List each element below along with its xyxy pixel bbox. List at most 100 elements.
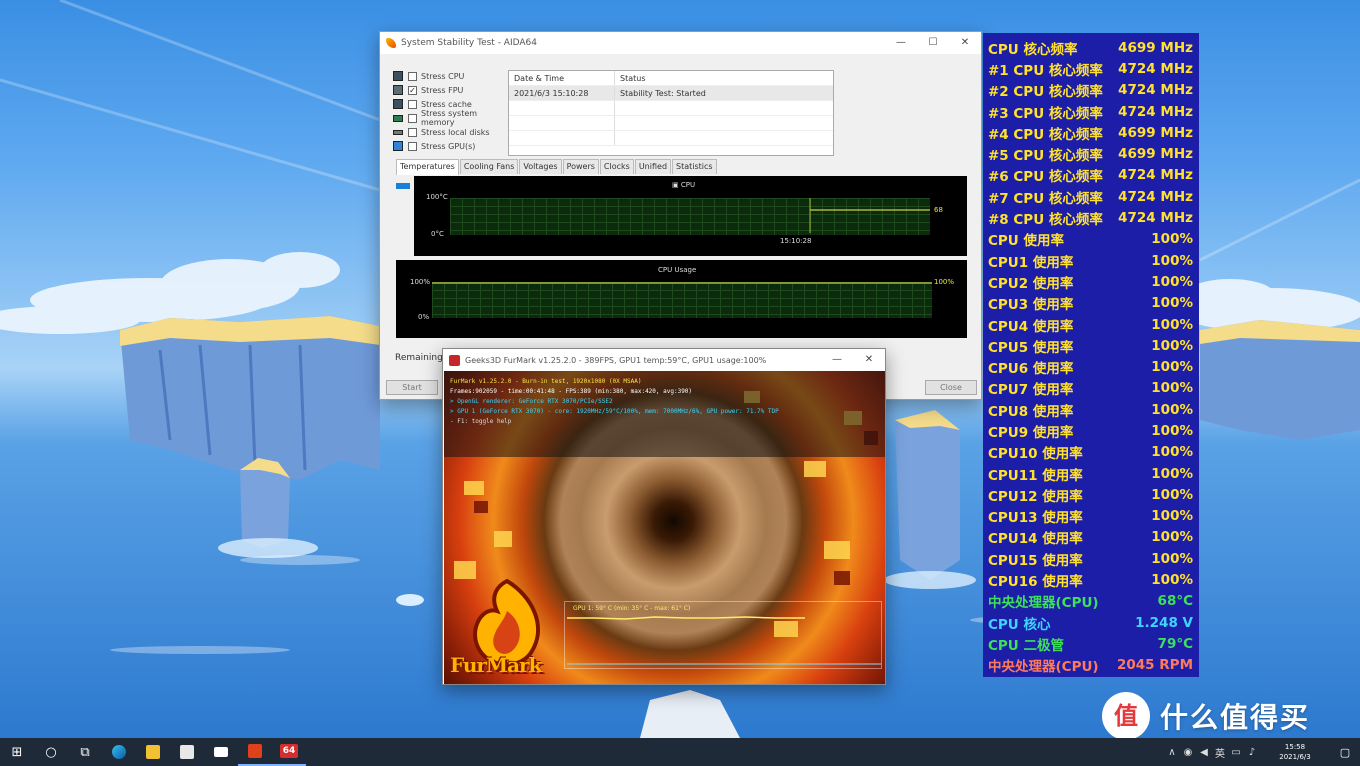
osd-row: CPU8 使用率 100% xyxy=(983,399,1199,420)
osd-row: 中央处理器(CPU) 68°C xyxy=(983,591,1199,612)
aida64-taskbar-icon: 64 xyxy=(280,744,298,758)
osd-value: 4699 MHz xyxy=(1118,124,1193,141)
disk-drive-icon xyxy=(393,129,403,135)
osd-row: CPU10 使用率 100% xyxy=(983,442,1199,463)
osd-label: #6 CPU 核心频率 xyxy=(988,169,1103,186)
tab-powers[interactable]: Powers xyxy=(562,159,599,174)
status-table-header: Date & Time Status xyxy=(509,71,833,86)
stress-disk-checkbox[interactable] xyxy=(408,127,417,137)
show-hidden-icons-chevron-icon[interactable]: ∧ xyxy=(1164,747,1180,758)
stress-memory-option[interactable]: Stress system memory xyxy=(393,109,513,127)
notification-center-button[interactable]: ▢ xyxy=(1330,746,1360,759)
search-button[interactable]: ○ xyxy=(34,738,68,766)
osd-value: 100% xyxy=(1151,422,1193,439)
system-clock[interactable]: 15:58 2021/6/3 xyxy=(1260,742,1330,762)
osd-value: 4699 MHz xyxy=(1118,39,1193,56)
osd-row: #1 CPU 核心频率 4724 MHz xyxy=(983,58,1199,79)
stress-cpu-checkbox[interactable] xyxy=(408,71,417,81)
furmark-info-line: > GPU 1 (GeForce RTX 3070) - core: 1920M… xyxy=(450,408,779,415)
stress-fpu-checkbox[interactable]: ✓ xyxy=(408,85,417,95)
usage-graph-ymax: 100% xyxy=(410,278,431,286)
tab-voltages[interactable]: Voltages xyxy=(519,159,562,174)
stress-memory-checkbox[interactable] xyxy=(408,113,417,123)
volume-icon[interactable]: ◀ xyxy=(1196,747,1212,758)
status-column-header[interactable]: Status xyxy=(615,74,646,83)
close-button[interactable]: ✕ xyxy=(949,32,981,54)
stress-gpu-checkbox[interactable] xyxy=(408,141,417,151)
ime-icon[interactable]: 英 xyxy=(1212,745,1228,760)
sound-icon[interactable]: ♪ xyxy=(1244,747,1260,758)
osd-value: 79°C xyxy=(1157,635,1193,652)
osd-row: #8 CPU 核心频率 4724 MHz xyxy=(983,207,1199,228)
furmark-taskbar-button[interactable] xyxy=(238,738,272,766)
table-row-empty xyxy=(509,116,833,131)
osd-row: CPU 核心频率 4699 MHz xyxy=(983,37,1199,58)
osd-value: 4724 MHz xyxy=(1118,210,1193,227)
file-explorer-taskbar-button[interactable] xyxy=(136,738,170,766)
tab-cooling-fans[interactable]: Cooling Fans xyxy=(459,159,519,174)
stability-test-titlebar[interactable]: System Stability Test - AIDA64 — ☐ ✕ xyxy=(380,32,981,54)
osd-row: CPU1 使用率 100% xyxy=(983,250,1199,271)
memory-module-icon xyxy=(393,114,403,122)
start-button[interactable]: Start xyxy=(386,380,438,395)
minimize-button[interactable]: — xyxy=(885,32,917,54)
status-log-table[interactable]: Date & Time Status 2021/6/3 15:10:28 Sta… xyxy=(508,70,834,156)
osd-value: 100% xyxy=(1151,529,1193,546)
search-circle-icon: ○ xyxy=(45,744,57,760)
osd-value: 68°C xyxy=(1157,593,1193,610)
mail-taskbar-button[interactable] xyxy=(204,738,238,766)
stress-cpu-option[interactable]: Stress CPU xyxy=(393,69,513,83)
tab-statistics[interactable]: Statistics xyxy=(672,159,717,174)
furmark-info-overlay: FurMark v1.25.2.0 - Burn-in test, 1920x1… xyxy=(444,371,885,457)
furmark-titlebar[interactable]: Geeks3D FurMark v1.25.2.0 - 389FPS, GPU1… xyxy=(443,349,885,371)
stability-test-window[interactable]: System Stability Test - AIDA64 — ☐ ✕ Str… xyxy=(379,31,982,400)
cache-chip-icon xyxy=(393,99,403,109)
tab-unified[interactable]: Unified xyxy=(634,159,672,174)
osd-row: #2 CPU 核心频率 4724 MHz xyxy=(983,80,1199,101)
furmark-close-button[interactable]: ✕ xyxy=(853,349,885,371)
stress-gpu-option[interactable]: Stress GPU(s) xyxy=(393,139,513,153)
osd-value: 100% xyxy=(1151,295,1193,312)
osd-value: 100% xyxy=(1151,337,1193,354)
window-title: System Stability Test - AIDA64 xyxy=(401,38,537,48)
temp-time-label: 15:10:28 xyxy=(780,237,812,245)
maximize-button[interactable]: ☐ xyxy=(917,32,949,54)
osd-row: CPU 核心 1.248 V xyxy=(983,612,1199,633)
battery-icon[interactable]: ▭ xyxy=(1228,747,1244,758)
furmark-info-line: - F1: toggle help xyxy=(450,418,512,425)
osd-label: #1 CPU 核心频率 xyxy=(988,62,1103,79)
usage-plot-area xyxy=(432,282,932,318)
close-window-button[interactable]: Close xyxy=(925,380,977,395)
table-row[interactable]: 2021/6/3 15:10:28 Stability Test: Starte… xyxy=(509,86,833,101)
start-button[interactable]: ⊞ xyxy=(0,738,34,766)
osd-label: CPU4 使用率 xyxy=(988,318,1074,335)
tab-clocks[interactable]: Clocks xyxy=(599,159,634,174)
watermark-text: 什么值得买 xyxy=(1160,701,1311,734)
osd-row: CPU3 使用率 100% xyxy=(983,293,1199,314)
row-status: Stability Test: Started xyxy=(620,88,706,98)
osd-label: 中央处理器(CPU) xyxy=(988,659,1099,676)
stress-disk-option[interactable]: Stress local disks xyxy=(393,125,513,139)
graph-selector-indicator[interactable] xyxy=(396,183,410,189)
osd-value: 100% xyxy=(1151,273,1193,290)
stress-cache-checkbox[interactable] xyxy=(408,99,417,109)
osd-row: CPU13 使用率 100% xyxy=(983,506,1199,527)
task-view-icon: ⧉ xyxy=(80,744,90,760)
store-taskbar-button[interactable] xyxy=(170,738,204,766)
network-icon[interactable]: ◉ xyxy=(1180,747,1196,758)
osd-label: #5 CPU 核心频率 xyxy=(988,148,1103,165)
osd-value: 100% xyxy=(1151,572,1193,589)
datetime-column-header[interactable]: Date & Time xyxy=(509,71,615,85)
mail-envelope-icon xyxy=(214,747,228,757)
osd-value: 100% xyxy=(1151,252,1193,269)
osd-row: CPU11 使用率 100% xyxy=(983,463,1199,484)
edge-taskbar-button[interactable] xyxy=(102,738,136,766)
tab-temperatures[interactable]: Temperatures xyxy=(396,159,459,175)
furmark-minimize-button[interactable]: — xyxy=(821,349,853,371)
osd-label: CPU7 使用率 xyxy=(988,382,1074,399)
furmark-window[interactable]: Geeks3D FurMark v1.25.2.0 - 389FPS, GPU1… xyxy=(442,348,886,685)
task-view-button[interactable]: ⧉ xyxy=(68,738,102,766)
aida64-taskbar-button[interactable]: 64 xyxy=(272,738,306,766)
fpu-chip-icon xyxy=(393,85,403,95)
stress-fpu-option[interactable]: ✓ Stress FPU xyxy=(393,83,513,97)
